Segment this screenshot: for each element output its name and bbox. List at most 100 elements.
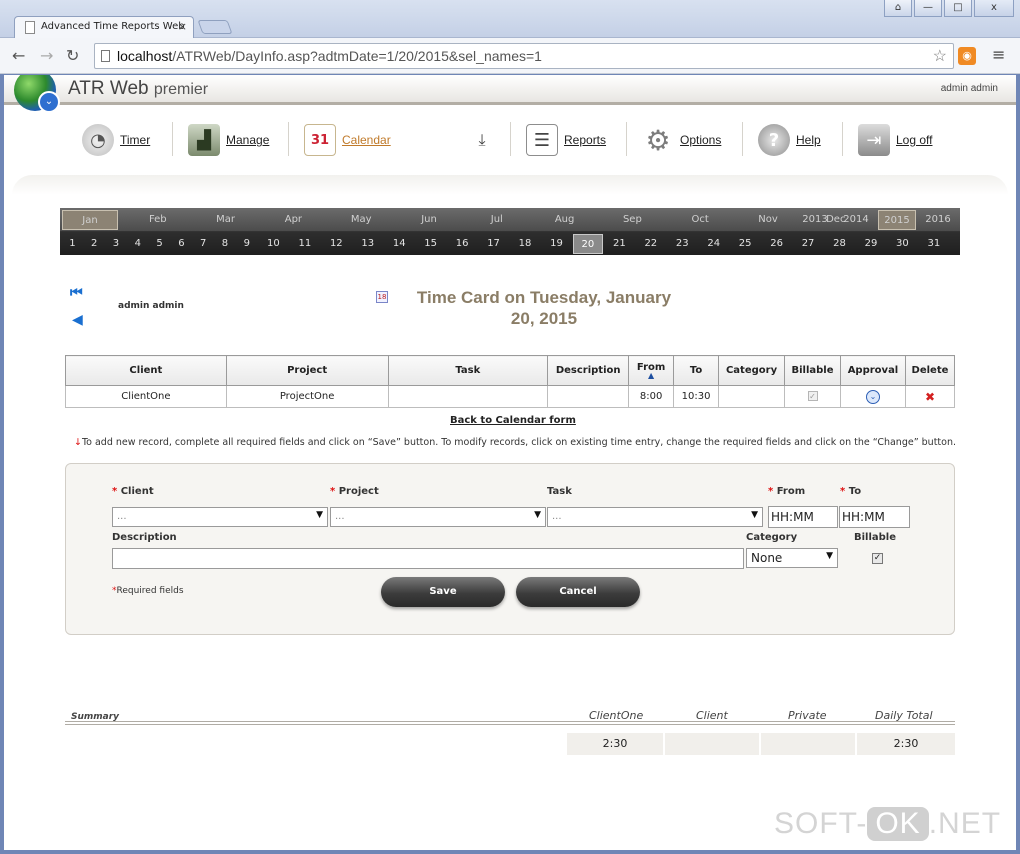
day-15[interactable]: 15 <box>415 234 445 254</box>
day-27[interactable]: 27 <box>793 234 823 254</box>
year-2014[interactable]: 2014 <box>837 210 875 230</box>
table-row[interactable]: ClientOne ProjectOne 8:00 10:30 ✓ ⌄ ✖ <box>65 385 956 408</box>
delete-icon[interactable]: ✖ <box>925 390 935 404</box>
from-time-input[interactable]: HH:MM <box>768 506 838 528</box>
options-menu-item[interactable]: ⚙ Options <box>642 120 721 160</box>
description-input[interactable] <box>112 548 744 569</box>
day-30[interactable]: 30 <box>887 234 917 254</box>
day-22[interactable]: 22 <box>636 234 666 254</box>
category-select[interactable]: None ▼ <box>746 548 838 568</box>
year-2015[interactable]: 2015 <box>878 210 916 230</box>
approval-icon[interactable]: ⌄ <box>865 389 880 404</box>
day-6[interactable]: 6 <box>171 234 192 254</box>
day-4[interactable]: 4 <box>127 234 148 254</box>
day-10[interactable]: 10 <box>258 234 288 254</box>
day-14[interactable]: 14 <box>384 234 414 254</box>
address-bar[interactable]: localhost/ATRWeb/DayInfo.asp?adtmDate=1/… <box>94 43 954 69</box>
column-header-delete[interactable]: Delete <box>904 355 956 386</box>
month-apr[interactable]: Apr <box>265 210 321 230</box>
cell-from[interactable]: 8:00 <box>628 385 675 408</box>
billable-checkbox[interactable]: ✓ <box>872 553 883 564</box>
day-1[interactable]: 1 <box>62 234 83 254</box>
day-7[interactable]: 7 <box>193 234 214 254</box>
month-jan[interactable]: Jan <box>62 210 118 230</box>
column-header-billable[interactable]: Billable <box>784 355 841 386</box>
browser-tab[interactable]: Advanced Time Reports Web × <box>14 16 194 38</box>
cancel-button[interactable]: Cancel <box>516 577 640 607</box>
reports-menu-item[interactable]: ☰ Reports <box>526 120 606 160</box>
day-18[interactable]: 18 <box>510 234 540 254</box>
download-menu-item[interactable]: ⤓ <box>470 120 500 160</box>
day-24[interactable]: 24 <box>699 234 729 254</box>
cell-description[interactable] <box>547 385 630 408</box>
cell-category[interactable] <box>718 385 786 408</box>
column-header-client[interactable]: Client <box>65 355 227 386</box>
year-2016[interactable]: 2016 <box>919 210 957 230</box>
help-menu-item[interactable]: ? Help <box>758 120 821 160</box>
reload-icon[interactable]: ↻ <box>66 46 79 65</box>
day-5[interactable]: 5 <box>149 234 170 254</box>
cell-delete[interactable]: ✖ <box>904 385 956 408</box>
column-header-project[interactable]: Project <box>225 355 389 386</box>
day-12[interactable]: 12 <box>321 234 351 254</box>
day-11[interactable]: 11 <box>290 234 320 254</box>
day-20[interactable]: 20 <box>572 234 604 254</box>
forward-arrow-icon[interactable]: → <box>40 46 53 65</box>
month-jul[interactable]: Jul <box>469 210 525 230</box>
close-tab-icon[interactable]: × <box>178 20 187 33</box>
project-select[interactable]: ... ▼ <box>330 507 546 527</box>
minimize-button[interactable]: — <box>914 0 942 17</box>
month-aug[interactable]: Aug <box>537 210 593 230</box>
month-sep[interactable]: Sep <box>604 210 660 230</box>
back-arrow-icon[interactable]: ← <box>12 46 25 65</box>
day-29[interactable]: 29 <box>856 234 886 254</box>
day-28[interactable]: 28 <box>824 234 854 254</box>
cell-project[interactable]: ProjectOne <box>225 385 389 408</box>
cell-to[interactable]: 10:30 <box>673 385 720 408</box>
month-nov[interactable]: Nov <box>740 210 796 230</box>
day-3[interactable]: 3 <box>106 234 127 254</box>
day-17[interactable]: 17 <box>478 234 508 254</box>
client-select[interactable]: ... ▼ <box>112 507 328 527</box>
column-header-from[interactable]: From ▲ <box>628 355 675 386</box>
year-2013[interactable]: 2013 <box>796 210 834 230</box>
day-19[interactable]: 19 <box>541 234 571 254</box>
previous-record-icon[interactable]: ◀ <box>72 312 83 328</box>
day-26[interactable]: 26 <box>761 234 791 254</box>
day-8[interactable]: 8 <box>215 234 236 254</box>
manage-menu-item[interactable]: ▟ Manage <box>188 120 269 160</box>
cell-task[interactable] <box>387 385 549 408</box>
column-header-category[interactable]: Category <box>718 355 786 386</box>
browser-menu-icon[interactable]: ≡ <box>992 45 1005 64</box>
day-25[interactable]: 25 <box>730 234 760 254</box>
column-header-description[interactable]: Description <box>547 355 630 386</box>
to-time-input[interactable]: HH:MM <box>839 506 910 528</box>
maximize-button[interactable]: □ <box>944 0 972 17</box>
column-header-task[interactable]: Task <box>387 355 549 386</box>
task-select[interactable]: ... ▼ <box>547 507 763 527</box>
month-mar[interactable]: Mar <box>198 210 254 230</box>
timer-menu-item[interactable]: ◔ Timer <box>82 120 150 160</box>
user-profile-button[interactable]: ⌂ <box>884 0 912 17</box>
column-header-approval[interactable]: Approval <box>839 355 906 386</box>
month-jun[interactable]: Jun <box>401 210 457 230</box>
logoff-menu-item[interactable]: ⇥ Log off <box>858 120 932 160</box>
day-13[interactable]: 13 <box>353 234 383 254</box>
save-button[interactable]: Save <box>381 577 505 607</box>
month-feb[interactable]: Feb <box>130 210 186 230</box>
day-23[interactable]: 23 <box>667 234 697 254</box>
column-header-to[interactable]: To <box>673 355 720 386</box>
month-oct[interactable]: Oct <box>672 210 728 230</box>
back-to-calendar-link[interactable]: Back to Calendar form <box>450 415 576 426</box>
day-21[interactable]: 21 <box>604 234 634 254</box>
calendar-menu-item[interactable]: 31 Calendar <box>304 120 391 160</box>
day-31[interactable]: 31 <box>919 234 949 254</box>
new-tab-button[interactable] <box>197 20 233 34</box>
close-window-button[interactable]: x <box>974 0 1014 17</box>
day-16[interactable]: 16 <box>447 234 477 254</box>
day-9[interactable]: 9 <box>236 234 257 254</box>
first-record-icon[interactable]: ⏮ <box>70 285 83 301</box>
bookmark-star-icon[interactable]: ☆ <box>933 46 947 66</box>
cell-client[interactable]: ClientOne <box>65 385 227 408</box>
rss-icon[interactable]: ◉ <box>958 47 976 65</box>
